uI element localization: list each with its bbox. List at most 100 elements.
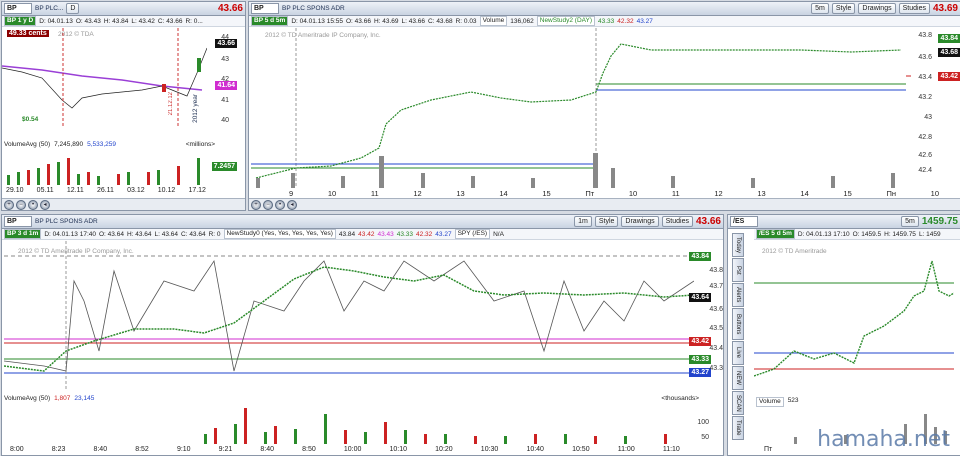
time-tick: 10:30: [480, 446, 499, 453]
study-label: NewStudy0 (Yes, Yes, Yes, Yes, Yes): [223, 229, 336, 239]
zoom-out-icon[interactable]: −: [16, 199, 26, 210]
time-tick: 10:20: [435, 446, 453, 453]
study-value-6: 43.27: [435, 230, 452, 238]
date-vertical-label: 21.12.12: [168, 92, 174, 116]
price-tick: 41: [221, 97, 229, 104]
date-tick: 9: [289, 189, 294, 198]
chart-panel-5day: BP BP PLC SPONS ADR 5m Style Drawings St…: [248, 1, 960, 211]
period-button[interactable]: 5m: [811, 3, 829, 14]
last-price-label: 43.68: [938, 48, 960, 57]
panel-titlebar: BP BP PLC SPONS ADR 5m Style Drawings St…: [249, 2, 960, 16]
panel-titlebar: /ES 5m 1459.75: [728, 215, 960, 229]
period-button[interactable]: 5m: [901, 216, 919, 227]
symbol-input[interactable]: BP: [251, 3, 279, 14]
date-tick: 11: [671, 189, 680, 198]
info-date: D: 04.01.13 17:10: [797, 230, 850, 238]
tab-scan[interactable]: SCAN: [732, 391, 744, 415]
date-tick: 10.12: [157, 187, 176, 194]
volume-avg-value: 5,533,259: [87, 140, 116, 148]
reset-icon[interactable]: •: [275, 199, 285, 210]
info-range: R: 0...: [185, 17, 203, 25]
period-button[interactable]: 1m: [574, 216, 592, 227]
price-tick: 43.8: [918, 32, 932, 39]
chart-label: BP 5 d 5m: [251, 16, 289, 26]
annotation-dividend: $0.54: [22, 116, 39, 123]
date-tick: 12: [413, 189, 422, 198]
symbol-input[interactable]: BP: [4, 3, 32, 14]
date-tick: 17.12: [188, 187, 206, 194]
panel-titlebar: BP BP PLC... D 43.66: [2, 2, 245, 16]
study-value-2: 43.42: [358, 230, 375, 238]
tab-alerts[interactable]: Alerts: [732, 283, 744, 307]
date-axis: 9 10 11 12 13 14 15 Пт 10 11 12 13 14 15…: [289, 189, 939, 198]
price-tick: 43.8: [709, 267, 723, 274]
zoom-in-icon[interactable]: +: [251, 199, 261, 210]
symbol-description: BP PLC SPONS ADR: [282, 5, 345, 12]
date-tick: Пн: [886, 189, 896, 198]
date-tick: 13: [456, 189, 465, 198]
drawings-button[interactable]: Drawings: [858, 3, 896, 14]
drawings-button[interactable]: Drawings: [621, 216, 659, 227]
volume-label: Volume: [756, 397, 784, 407]
high-price-label: 43.84: [938, 34, 960, 43]
time-tick: 8:23: [51, 446, 66, 453]
date-tick: 29.10: [6, 187, 24, 194]
study-value-3: 43.43: [377, 230, 394, 238]
volume-value: 7,245,890: [54, 140, 84, 148]
tab-pst[interactable]: Pst: [732, 258, 744, 282]
tab-today[interactable]: Today: [732, 233, 744, 257]
scroll-left-icon[interactable]: ◂: [287, 199, 297, 210]
volume-unit: <millions>: [185, 140, 215, 148]
price-tick: 43.6: [709, 306, 723, 313]
high-price-label: 43.84: [689, 252, 711, 261]
last-price-label: 43.64: [689, 293, 711, 302]
date-tick: Пт: [764, 446, 773, 453]
time-tick: 8:52: [135, 446, 149, 453]
tab-trade[interactable]: Trade: [732, 416, 744, 440]
zoom-out-icon[interactable]: −: [263, 199, 273, 210]
price-tick: 43.4: [709, 345, 723, 352]
reset-icon[interactable]: •: [28, 199, 38, 210]
info-high: H: 43.69: [373, 17, 399, 25]
volume-value-label: 7.2457: [211, 162, 237, 171]
scroll-left-icon[interactable]: ◂: [40, 199, 50, 210]
tab-new[interactable]: NEW: [732, 366, 744, 390]
chart-panel-futures: /ES 5m 1459.75 /ES 5 d 5m D: 04.01.13 17…: [727, 214, 960, 456]
info-date: D: 04.01.13: [39, 17, 73, 25]
chart-label: /ES 5 d 5m: [756, 229, 795, 239]
chart-panel-daily: BP BP PLC... D 43.66 BP 1 y D D: 04.01.1…: [1, 1, 246, 211]
time-tick: 10:40: [526, 446, 544, 453]
style-button[interactable]: Style: [831, 3, 856, 14]
style-button[interactable]: Style: [594, 216, 619, 227]
volume-value: 523: [787, 397, 799, 404]
studies-button[interactable]: Studies: [898, 3, 930, 14]
tab-buttons[interactable]: Buttons: [732, 308, 744, 340]
zoom-in-icon[interactable]: +: [4, 199, 14, 210]
info-open: O: 43.64: [99, 230, 124, 238]
last-price: 43.69: [932, 3, 958, 14]
info-high: H: 43.64: [126, 230, 152, 238]
symbol-input[interactable]: /ES: [730, 216, 758, 227]
date-tick: 11: [370, 189, 379, 198]
quote-infobar: BP 1 y D D: 04.01.13 O: 43.43 H: 43.84 L…: [2, 16, 245, 27]
time-tick: 9:21: [218, 446, 233, 453]
tab-live[interactable]: Live: [732, 341, 744, 365]
studies-button[interactable]: Studies: [661, 216, 693, 227]
date-tick: 26.11: [96, 187, 114, 194]
symbol-input[interactable]: BP: [4, 216, 32, 227]
price-tick: 43.5: [709, 325, 723, 332]
period-button[interactable]: D: [66, 3, 80, 14]
support-price-label: 43.33: [689, 355, 711, 364]
price-tick: 43.6: [918, 54, 932, 61]
price-tick: 43: [924, 114, 932, 121]
date-tick: 10: [327, 189, 337, 198]
low-price-label: 43.42: [938, 72, 960, 81]
time-axis: 8:00 8:23 8:40 8:52 9:10 9:21 8:40 8:50 …: [10, 446, 680, 453]
price-tick: 43.3: [709, 365, 723, 372]
pivot-price-label: 43.27: [689, 368, 711, 377]
volume-header: VolumeAvg (50) 7,245,890 5,533,259 <mill…: [4, 139, 245, 149]
time-tick: 10:10: [389, 446, 408, 453]
ma-price-label: 41.64: [215, 81, 237, 90]
price-tick: 43.4: [918, 74, 932, 81]
price-tick: 40: [221, 117, 229, 124]
